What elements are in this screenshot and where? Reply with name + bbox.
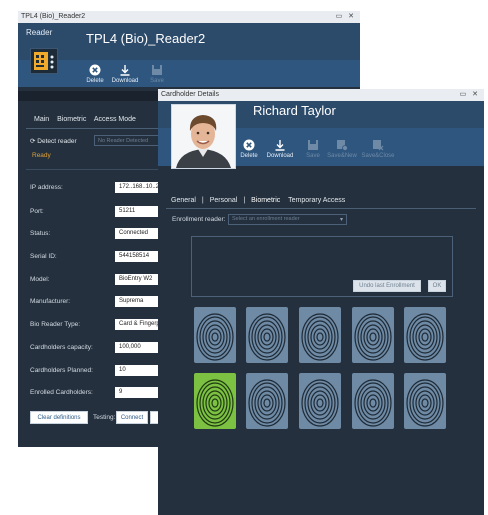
reader-save-label: Save — [150, 78, 164, 84]
cardholder-titlebar[interactable]: Cardholder Details ▭ ✕ — [158, 89, 484, 101]
fingerprint-slot[interactable] — [404, 307, 446, 363]
fingerprint-icon — [406, 379, 444, 427]
save-new-label: Save&New — [327, 153, 357, 159]
reader-download-label: Download — [111, 78, 139, 84]
detected-reader-field[interactable]: No Reader Detected — [94, 135, 160, 146]
tab-separator: | — [201, 197, 204, 204]
serial-id-label: Serial ID: — [30, 253, 57, 260]
window-controls[interactable]: ▭ ✕ — [336, 11, 356, 23]
fingerprint-slot[interactable] — [352, 373, 394, 429]
fingerprint-icon — [354, 379, 392, 427]
save-icon — [152, 65, 162, 75]
ok-button[interactable]: OK — [428, 280, 446, 292]
clear-definitions-button[interactable]: Clear definitions — [30, 411, 88, 424]
fingerprint-icon — [248, 379, 286, 427]
fingerprint-slot[interactable] — [246, 307, 288, 363]
tab-biometric[interactable]: Biometric — [57, 116, 86, 123]
status-ready-text: Ready — [32, 152, 51, 159]
model-label: Model: — [30, 276, 50, 283]
reader-header-label: Reader — [26, 28, 53, 37]
fingerprint-slot-enrolled[interactable] — [194, 373, 236, 429]
enrollment-reader-select[interactable]: Select an enrollment reader ▾ — [228, 214, 347, 225]
enrollment-reader-label: Enrollment reader: — [172, 216, 226, 223]
tab-separator: | — [243, 197, 246, 204]
save-close-button[interactable]: Save&Close — [361, 139, 395, 159]
reader-save-button[interactable]: Save — [146, 64, 168, 84]
enrollment-reader-placeholder: Select an enrollment reader — [232, 216, 300, 222]
save-new-icon — [337, 140, 348, 151]
reader-header-title: TPL4 (Bio)_Reader2 — [86, 31, 206, 46]
fingerprint-icon — [301, 313, 339, 361]
manufacturer-label: Manufacturer: — [30, 298, 71, 305]
cardholder-window: Cardholder Details ▭ ✕ Richard Taylor De… — [158, 89, 484, 515]
undo-last-enrollment-button[interactable]: Undo last Enrollment — [353, 280, 421, 292]
fingerprint-slot[interactable] — [352, 307, 394, 363]
save-icon — [308, 140, 318, 150]
cardholders-planned-label: Cardholders Planned: — [30, 367, 93, 374]
cardholder-download-button[interactable]: Download — [264, 139, 296, 159]
fingerprint-icon — [406, 313, 444, 361]
save-new-button[interactable]: Save&New — [326, 139, 358, 159]
enrolled-cardholders-label: Enrolled Cardholders: — [30, 389, 93, 396]
tab-personal[interactable]: Personal — [210, 197, 238, 204]
ip-address-label: IP address: — [30, 184, 63, 191]
fingerprint-icon — [354, 313, 392, 361]
fingerprint-slot[interactable] — [404, 373, 446, 429]
save-close-icon — [373, 140, 384, 151]
cardholder-delete-label: Delete — [240, 153, 258, 159]
testing-label: Testing: — [93, 414, 116, 421]
tab-general[interactable]: General — [171, 197, 196, 204]
fingerprint-slot[interactable] — [246, 373, 288, 429]
tab-underline — [166, 208, 476, 209]
delete-icon — [89, 64, 101, 76]
cardholder-window-title: Cardholder Details — [161, 91, 219, 98]
download-icon — [120, 65, 130, 76]
connect-button[interactable]: Connect — [116, 411, 148, 424]
reader-window-title: TPL4 (Bio)_Reader2 — [21, 13, 86, 20]
port-label: Port: — [30, 208, 44, 215]
download-icon — [275, 140, 285, 151]
cardholder-tabs: General | Personal | Biometric Temporary A… — [171, 197, 351, 204]
fingerprint-slot[interactable] — [194, 307, 236, 363]
tab-access-mode[interactable]: Access Mode — [94, 116, 136, 123]
fingerprint-icon — [196, 313, 234, 361]
cardholders-capacity-label: Cardholders capacity: — [30, 344, 93, 351]
tab-biometric[interactable]: Biometric — [251, 197, 280, 204]
tab-temporary-access[interactable]: Temporary Access — [288, 197, 345, 204]
fingerprint-icon — [196, 379, 234, 427]
fingerprint-slot[interactable] — [299, 307, 341, 363]
reader-delete-button[interactable]: Delete — [84, 64, 106, 84]
detect-reader-label: Detect reader — [37, 138, 77, 145]
reader-download-button[interactable]: Download — [108, 64, 142, 84]
save-close-label: Save&Close — [361, 153, 395, 159]
reader-titlebar[interactable]: TPL4 (Bio)_Reader2 ▭ ✕ — [18, 11, 360, 23]
cardholder-delete-button[interactable]: Delete — [238, 139, 260, 159]
status-label: Status: — [30, 230, 51, 237]
reader-logo-icon — [30, 48, 58, 74]
detect-reader-button[interactable]: ⟳ Detect reader — [30, 137, 77, 145]
avatar — [171, 104, 236, 169]
cardholder-download-label: Download — [266, 153, 294, 159]
cardholder-name: Richard Taylor — [253, 103, 336, 118]
reader-tabs: Main Biometric Access Mode — [34, 116, 142, 123]
chevron-down-icon: ▾ — [339, 217, 343, 223]
cardholder-save-label: Save — [306, 153, 320, 159]
cardholder-save-button[interactable]: Save — [302, 139, 324, 159]
fingerprint-slot[interactable] — [299, 373, 341, 429]
cardholder-window-controls[interactable]: ▭ ✕ — [460, 89, 480, 101]
fingerprint-icon — [301, 379, 339, 427]
delete-icon — [243, 139, 255, 151]
bio-reader-type-label: Bio Reader Type: — [30, 321, 81, 328]
tab-main[interactable]: Main — [34, 116, 49, 123]
fingerprint-icon — [248, 313, 286, 361]
reader-toolbar — [18, 60, 360, 87]
refresh-icon: ⟳ — [30, 138, 36, 145]
reader-delete-label: Delete — [86, 78, 104, 84]
